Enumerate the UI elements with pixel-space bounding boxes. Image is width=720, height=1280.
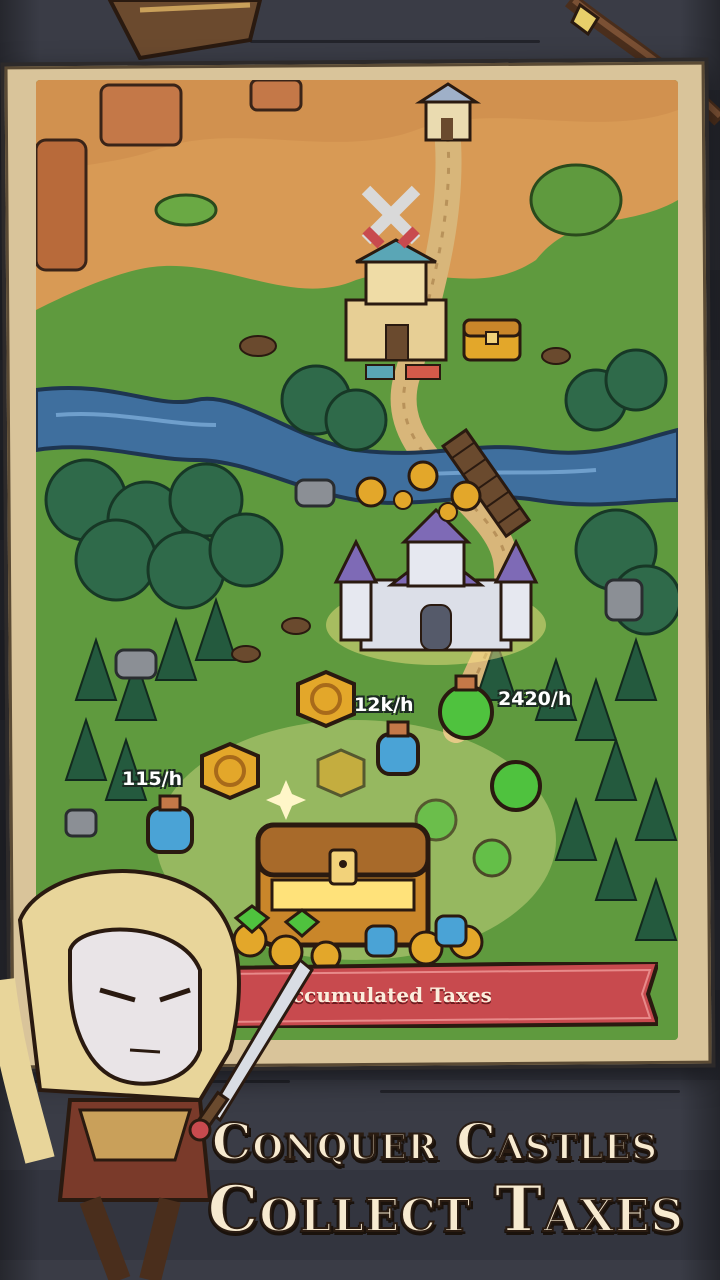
stone-crack	[380, 1090, 680, 1093]
headline-line-1: Conquer Castles	[211, 1111, 658, 1172]
arena-building	[344, 238, 448, 380]
gold-rate-label: 12k/h	[354, 694, 414, 716]
potion-rate-label: 2420/h	[498, 688, 572, 710]
treasure-chest-icon	[462, 318, 522, 362]
stone-crack	[250, 40, 540, 43]
mana-rate-label: 115/h	[122, 768, 183, 790]
headline-line-2: Collect Taxes	[206, 1171, 684, 1248]
accumulated-taxes-label: ccumulated Taxes	[292, 983, 492, 1007]
spellbook-decoration	[107, 0, 263, 60]
